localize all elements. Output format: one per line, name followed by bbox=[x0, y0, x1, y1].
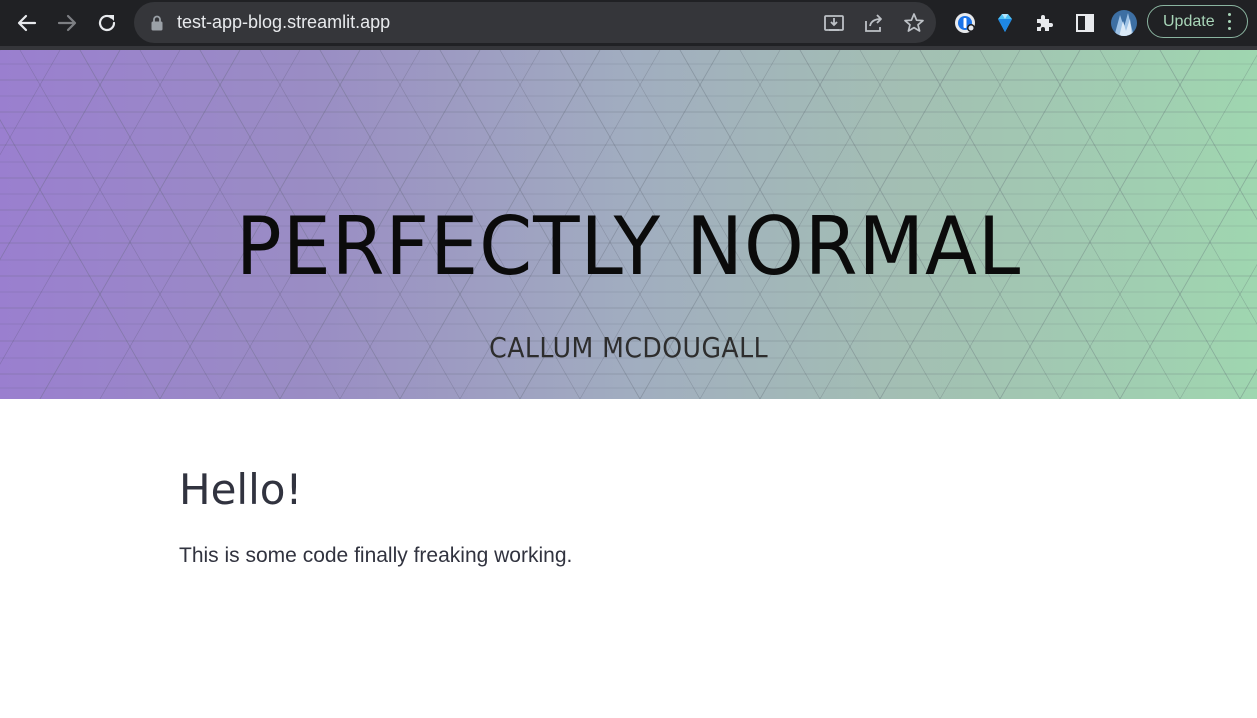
profile-button[interactable] bbox=[1109, 8, 1139, 38]
install-app-button[interactable] bbox=[821, 10, 847, 36]
bookmark-star-icon bbox=[904, 13, 924, 32]
bookmark-button[interactable] bbox=[901, 10, 927, 36]
more-menu-icon[interactable] bbox=[1228, 13, 1232, 34]
reload-button[interactable] bbox=[92, 8, 122, 38]
banner-title: PERFECTLY NORMAL bbox=[235, 200, 1022, 293]
onepassword-extension-button[interactable] bbox=[950, 8, 980, 38]
forward-arrow-icon bbox=[57, 14, 77, 32]
back-button[interactable] bbox=[12, 8, 42, 38]
back-arrow-icon bbox=[17, 14, 37, 32]
puzzle-extensions-icon bbox=[1037, 15, 1053, 31]
forward-button[interactable] bbox=[52, 8, 82, 38]
install-app-icon bbox=[824, 15, 844, 31]
share-button[interactable] bbox=[861, 10, 887, 36]
update-button[interactable]: Update bbox=[1147, 5, 1248, 38]
side-panel-button[interactable] bbox=[1070, 8, 1100, 38]
gem-extension-button[interactable] bbox=[990, 8, 1020, 38]
side-panel-icon bbox=[1076, 14, 1094, 32]
banner-subtitle: CALLUM MCDOUGALL bbox=[489, 331, 769, 364]
browser-toolbar: test-app-blog.streamlit.app Update bbox=[0, 0, 1257, 46]
gem-extension-icon bbox=[998, 14, 1012, 32]
onepassword-extension-icon bbox=[955, 13, 975, 33]
reload-icon bbox=[98, 14, 116, 32]
update-label: Update bbox=[1163, 13, 1215, 30]
header-banner: PERFECTLY NORMAL CALLUM MCDOUGALL bbox=[0, 50, 1257, 399]
lock-icon bbox=[151, 15, 163, 31]
extensions-button[interactable] bbox=[1030, 8, 1060, 38]
page-heading: Hello! bbox=[179, 465, 303, 514]
address-bar[interactable]: test-app-blog.streamlit.app bbox=[134, 2, 936, 43]
share-icon bbox=[865, 14, 882, 32]
profile-avatar bbox=[1111, 10, 1137, 36]
url-text[interactable]: test-app-blog.streamlit.app bbox=[177, 12, 390, 33]
page-paragraph: This is some code finally freaking worki… bbox=[179, 544, 573, 567]
